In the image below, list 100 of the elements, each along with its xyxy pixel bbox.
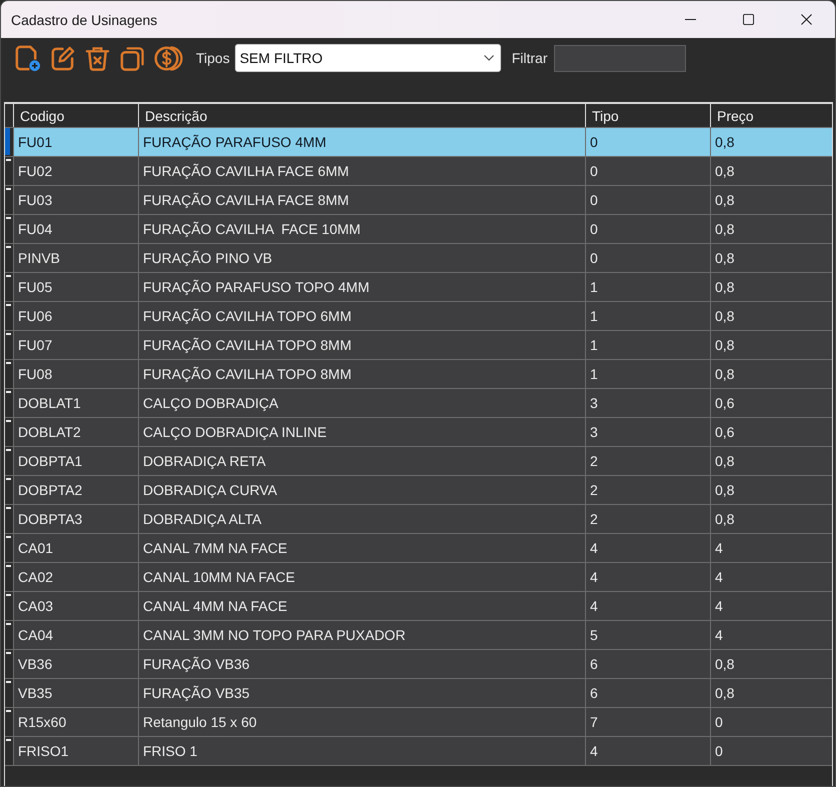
table-cell: DOBRADIÇA CURVA [138, 476, 585, 505]
table-cell: 0 [585, 157, 710, 186]
table-cell: VB36 [13, 650, 138, 679]
close-icon [800, 14, 812, 25]
table-cell: 0 [585, 128, 710, 157]
table-cell: 1 [585, 302, 710, 331]
table-cell: FURAÇÃO CAVILHA TOPO 8MM [138, 331, 585, 360]
maximize-icon [742, 14, 754, 25]
table-cell: 0,8 [710, 273, 832, 302]
table-cell: FURAÇÃO VB35 [138, 679, 585, 708]
table-cell: 0,8 [710, 244, 832, 273]
row-header[interactable] [5, 273, 13, 302]
table-cell: FURAÇÃO CAVILHA FACE 6MM [138, 157, 585, 186]
pencil-square-icon[interactable] [49, 44, 76, 72]
table-cell: FURAÇÃO CAVILHA TOPO 6MM [138, 302, 585, 331]
table-cell: FURAÇÃO CAVILHA TOPO 8MM [138, 360, 585, 389]
table-cell: R15x60 [13, 708, 138, 737]
filtrar-label: Filtrar [512, 50, 548, 66]
table-cell: 0,8 [710, 157, 832, 186]
table-cell: 1 [585, 331, 710, 360]
filter-input[interactable] [554, 44, 686, 72]
column-header[interactable]: Preço [710, 104, 832, 127]
table-cell: 2 [585, 476, 710, 505]
table-cell: 0,8 [710, 215, 832, 244]
table-cell: 4 [710, 563, 832, 592]
row-header[interactable] [5, 389, 13, 418]
row-header[interactable] [5, 563, 13, 592]
table-cell: CALÇO DOBRADIÇA [138, 389, 585, 418]
table-cell: FURAÇÃO PARAFUSO TOPO 4MM [138, 273, 585, 302]
trash-icon[interactable] [84, 44, 111, 72]
table-cell: Retangulo 15 x 60 [138, 708, 585, 737]
row-header[interactable] [5, 534, 13, 563]
table-cell: FU06 [13, 302, 138, 331]
column-header[interactable]: Tipo [585, 104, 710, 127]
table-cell: FU02 [13, 157, 138, 186]
table-cell: 0,8 [710, 360, 832, 389]
table-cell: 4 [585, 592, 710, 621]
table-cell: CANAL 3MM NO TOPO PARA PUXADOR [138, 621, 585, 650]
row-header[interactable] [5, 360, 13, 389]
column-header[interactable]: Descrição [138, 104, 585, 127]
row-header[interactable] [5, 650, 13, 679]
table-cell: FURAÇÃO CAVILHA FACE 8MM [138, 186, 585, 215]
table-cell: FU07 [13, 331, 138, 360]
row-header[interactable] [5, 302, 13, 331]
table-cell: CA03 [13, 592, 138, 621]
table-cell: CA02 [13, 563, 138, 592]
tipos-dropdown[interactable]: SEM FILTRO [234, 44, 501, 72]
row-header[interactable] [5, 215, 13, 244]
row-header[interactable] [5, 157, 13, 186]
table-cell: 0 [585, 244, 710, 273]
chevron-down-icon [484, 55, 494, 61]
table-cell: 0,8 [710, 447, 832, 476]
table-cell: 0 [710, 708, 832, 737]
table-cell: CA04 [13, 621, 138, 650]
table-cell: 4 [585, 737, 710, 766]
table-cell: 0 [585, 186, 710, 215]
table-cell: FU05 [13, 273, 138, 302]
table-cell: 6 [585, 679, 710, 708]
table-cell: 0 [585, 215, 710, 244]
table-cell: CALÇO DOBRADIÇA INLINE [138, 418, 585, 447]
table-cell: CANAL 7MM NA FACE [138, 534, 585, 563]
row-header[interactable] [5, 505, 13, 534]
table-cell: FURAÇÃO CAVILHA FACE 10MM [138, 215, 585, 244]
table-cell: 1 [585, 273, 710, 302]
table-cell: 0,8 [710, 186, 832, 215]
row-header[interactable] [5, 476, 13, 505]
row-header[interactable] [5, 621, 13, 650]
row-header[interactable] [5, 737, 13, 766]
document-plus-icon[interactable] [14, 44, 41, 72]
coins-icon[interactable] [154, 44, 183, 72]
column-header[interactable]: Codigo [13, 104, 138, 127]
table-cell: 4 [710, 534, 832, 563]
row-header[interactable] [5, 679, 13, 708]
table-cell: 6 [585, 650, 710, 679]
table-cell: 0,8 [710, 476, 832, 505]
table-cell: FRISO1 [13, 737, 138, 766]
row-header[interactable] [5, 447, 13, 476]
row-header[interactable] [5, 331, 13, 360]
row-header[interactable] [5, 418, 13, 447]
table-cell: 0,8 [710, 679, 832, 708]
table-cell: PINVB [13, 244, 138, 273]
table-cell: 0,8 [710, 128, 832, 157]
table-cell: 4 [710, 621, 832, 650]
tipos-label: Tipos [196, 50, 230, 66]
table-cell: 4 [710, 592, 832, 621]
table-cell: 0 [710, 737, 832, 766]
table-cell: VB35 [13, 679, 138, 708]
table-cell: DOBRADIÇA ALTA [138, 505, 585, 534]
table-cell: FU04 [13, 215, 138, 244]
table-cell: 3 [585, 418, 710, 447]
row-header[interactable] [5, 186, 13, 215]
table-cell: DOBLAT2 [13, 418, 138, 447]
table-cell: DOBLAT1 [13, 389, 138, 418]
table-cell: CANAL 4MM NA FACE [138, 592, 585, 621]
row-header[interactable] [5, 244, 13, 273]
window-title: Cadastro de Usinagens [10, 12, 158, 28]
copy-icon[interactable] [119, 44, 146, 72]
row-header[interactable] [5, 592, 13, 621]
row-header[interactable] [5, 708, 13, 737]
table-cell: 0,8 [710, 331, 832, 360]
